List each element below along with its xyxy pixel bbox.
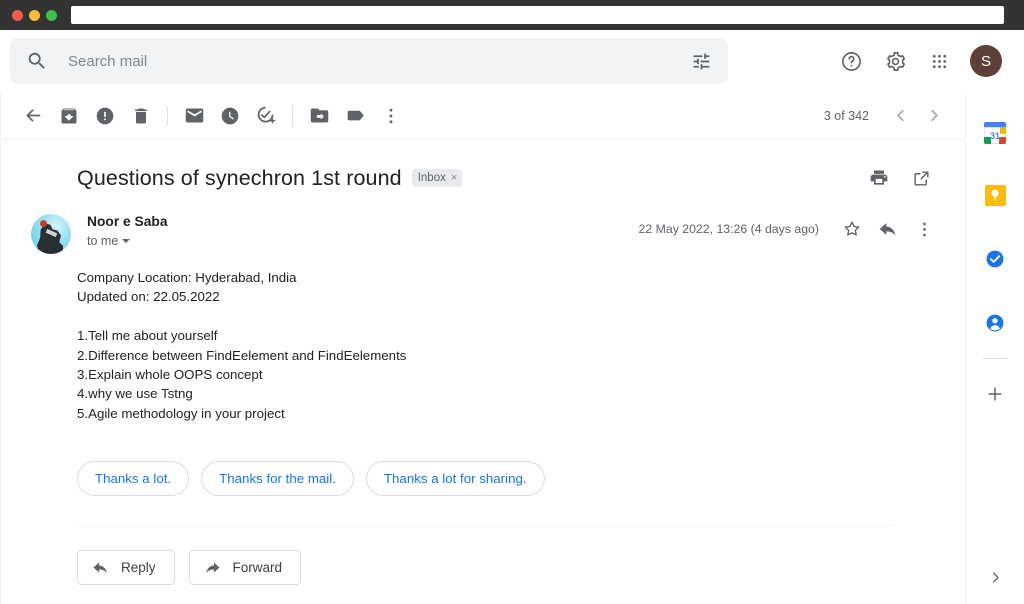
subject-row: Questions of synechron 1st round Inbox × [1,140,965,206]
message-toolbar: 3 of 342 [1,92,965,140]
google-contacts-icon[interactable] [976,304,1014,342]
smart-reply-chip[interactable]: Thanks a lot for sharing. [365,461,545,497]
calendar-glyph: 31 [984,122,1006,144]
mark-unread-icon[interactable] [176,98,212,134]
message-actions: 22 May 2022, 13:26 (4 days ago) [639,214,951,244]
report-spam-icon[interactable] [87,98,123,134]
tasks-glyph [986,250,1004,268]
gmail-header: S [0,30,1024,92]
snooze-icon[interactable] [212,98,248,134]
search-bar[interactable] [10,38,728,84]
next-message-icon[interactable] [917,99,951,133]
smart-reply-chip[interactable]: Thanks a lot. [77,461,190,497]
gear-icon[interactable] [882,48,908,74]
forward-arrow-icon [205,562,220,574]
zoom-window-button[interactable] [46,9,57,21]
reply-button[interactable]: Reply [77,550,175,586]
contacts-glyph [986,314,1004,332]
minimize-window-button[interactable] [29,9,40,21]
move-to-icon[interactable] [301,98,337,134]
star-icon[interactable] [837,214,867,244]
message-date: 22 May 2022, 13:26 (4 days ago) [638,222,819,236]
google-calendar-icon[interactable]: 31 [976,114,1014,152]
keep-glyph [984,184,1006,206]
smart-reply-chip[interactable]: Thanks for the mail. [201,461,354,497]
reply-button-label: Reply [121,560,156,576]
toolbar-divider [292,105,293,126]
reply-forward-row: Reply Forward [1,526,965,586]
message-body: Company Location: Hyderabad, India Updat… [77,270,407,421]
forward-button[interactable]: Forward [188,550,302,586]
previous-message-icon[interactable] [883,99,917,133]
subject-actions [863,162,951,194]
forward-button-label: Forward [232,560,283,576]
main-area: 3 of 342 Questions of synechron 1st roun… [0,92,1024,604]
sender-meta: Noor e Saba to me [87,214,168,248]
search-icon[interactable] [26,50,48,72]
remove-label-icon[interactable]: × [451,172,457,184]
side-panel: 31 [965,92,1024,604]
expand-side-panel-icon[interactable] [978,560,1012,594]
calendar-date-badge: 31 [989,130,1000,141]
more-icon[interactable] [373,98,409,134]
print-icon[interactable] [863,162,895,194]
archive-icon[interactable] [51,98,87,134]
avatar-accent [40,220,47,227]
close-window-button[interactable] [12,9,23,21]
back-icon[interactable] [15,98,51,134]
address-bar[interactable] [71,6,1004,24]
sender-row: Noor e Saba to me 22 May 2022, 13:26 (4 … [1,206,965,254]
avatar [31,214,71,254]
header-actions: S [838,45,1014,77]
help-icon[interactable] [838,48,864,74]
search-options-icon[interactable] [686,46,716,76]
account-avatar[interactable]: S [970,45,1002,77]
status-badge[interactable]: Inbox × [411,169,463,187]
apps-grid-icon[interactable] [926,48,952,74]
chevron-down-icon[interactable] [122,239,131,243]
sender-name: Noor e Saba [87,214,168,229]
reply-arrow-icon[interactable] [873,214,903,244]
recipient-label: to me [87,234,119,248]
google-tasks-icon[interactable] [976,240,1014,278]
add-to-tasks-icon[interactable] [248,98,284,134]
avatar-figure [37,223,63,254]
pagination-count: 3 of 342 [823,108,869,123]
add-ons-plus-icon[interactable] [976,375,1014,413]
side-panel-divider [983,358,1007,359]
toolbar-divider [167,105,168,126]
page-title: Questions of synechron 1st round [77,165,402,190]
labels-icon[interactable] [337,98,373,134]
message-pane: 3 of 342 Questions of synechron 1st roun… [0,92,965,604]
open-in-new-icon[interactable] [905,162,937,194]
window-controls[interactable] [8,9,57,21]
label-chip-text: Inbox [417,172,446,184]
reply-arrow-icon [93,562,107,574]
pagination: 3 of 342 [824,99,965,133]
more-icon[interactable] [909,214,939,244]
browser-chrome [0,0,1024,30]
smart-reply-row: Thanks a lot. Thanks for the mail. Thank… [1,423,965,497]
delete-icon[interactable] [123,98,159,134]
google-keep-icon[interactable] [976,176,1014,214]
recipient-toggle[interactable]: to me [87,234,168,248]
search-input[interactable] [68,52,686,70]
